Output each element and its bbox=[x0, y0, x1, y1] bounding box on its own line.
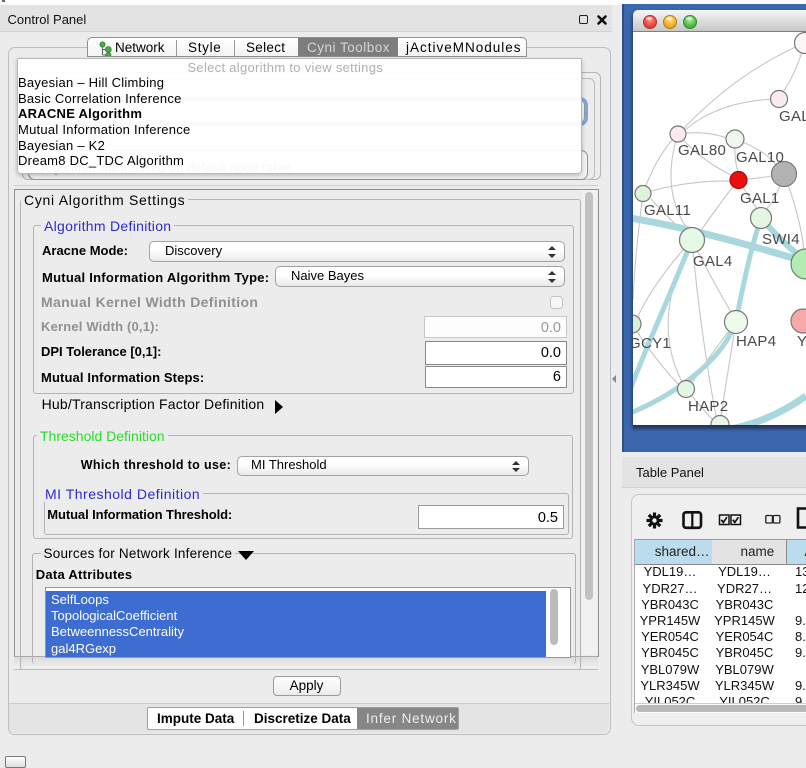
svg-text:GCY1: GCY1 bbox=[633, 335, 671, 352]
svg-text:Y: Y bbox=[797, 333, 806, 350]
svg-text:HAP2: HAP2 bbox=[688, 398, 728, 415]
svg-text:SWI4: SWI4 bbox=[762, 231, 800, 248]
svg-text:GAL1: GAL1 bbox=[740, 190, 780, 207]
svg-text:GAL10: GAL10 bbox=[736, 149, 784, 166]
svg-text:GAL4: GAL4 bbox=[693, 253, 733, 270]
svg-text:GAL11: GAL11 bbox=[644, 202, 691, 219]
svg-text:GAL: GAL bbox=[779, 108, 806, 125]
svg-text:GAL80: GAL80 bbox=[678, 142, 726, 159]
svg-text:HAP4: HAP4 bbox=[736, 333, 776, 350]
